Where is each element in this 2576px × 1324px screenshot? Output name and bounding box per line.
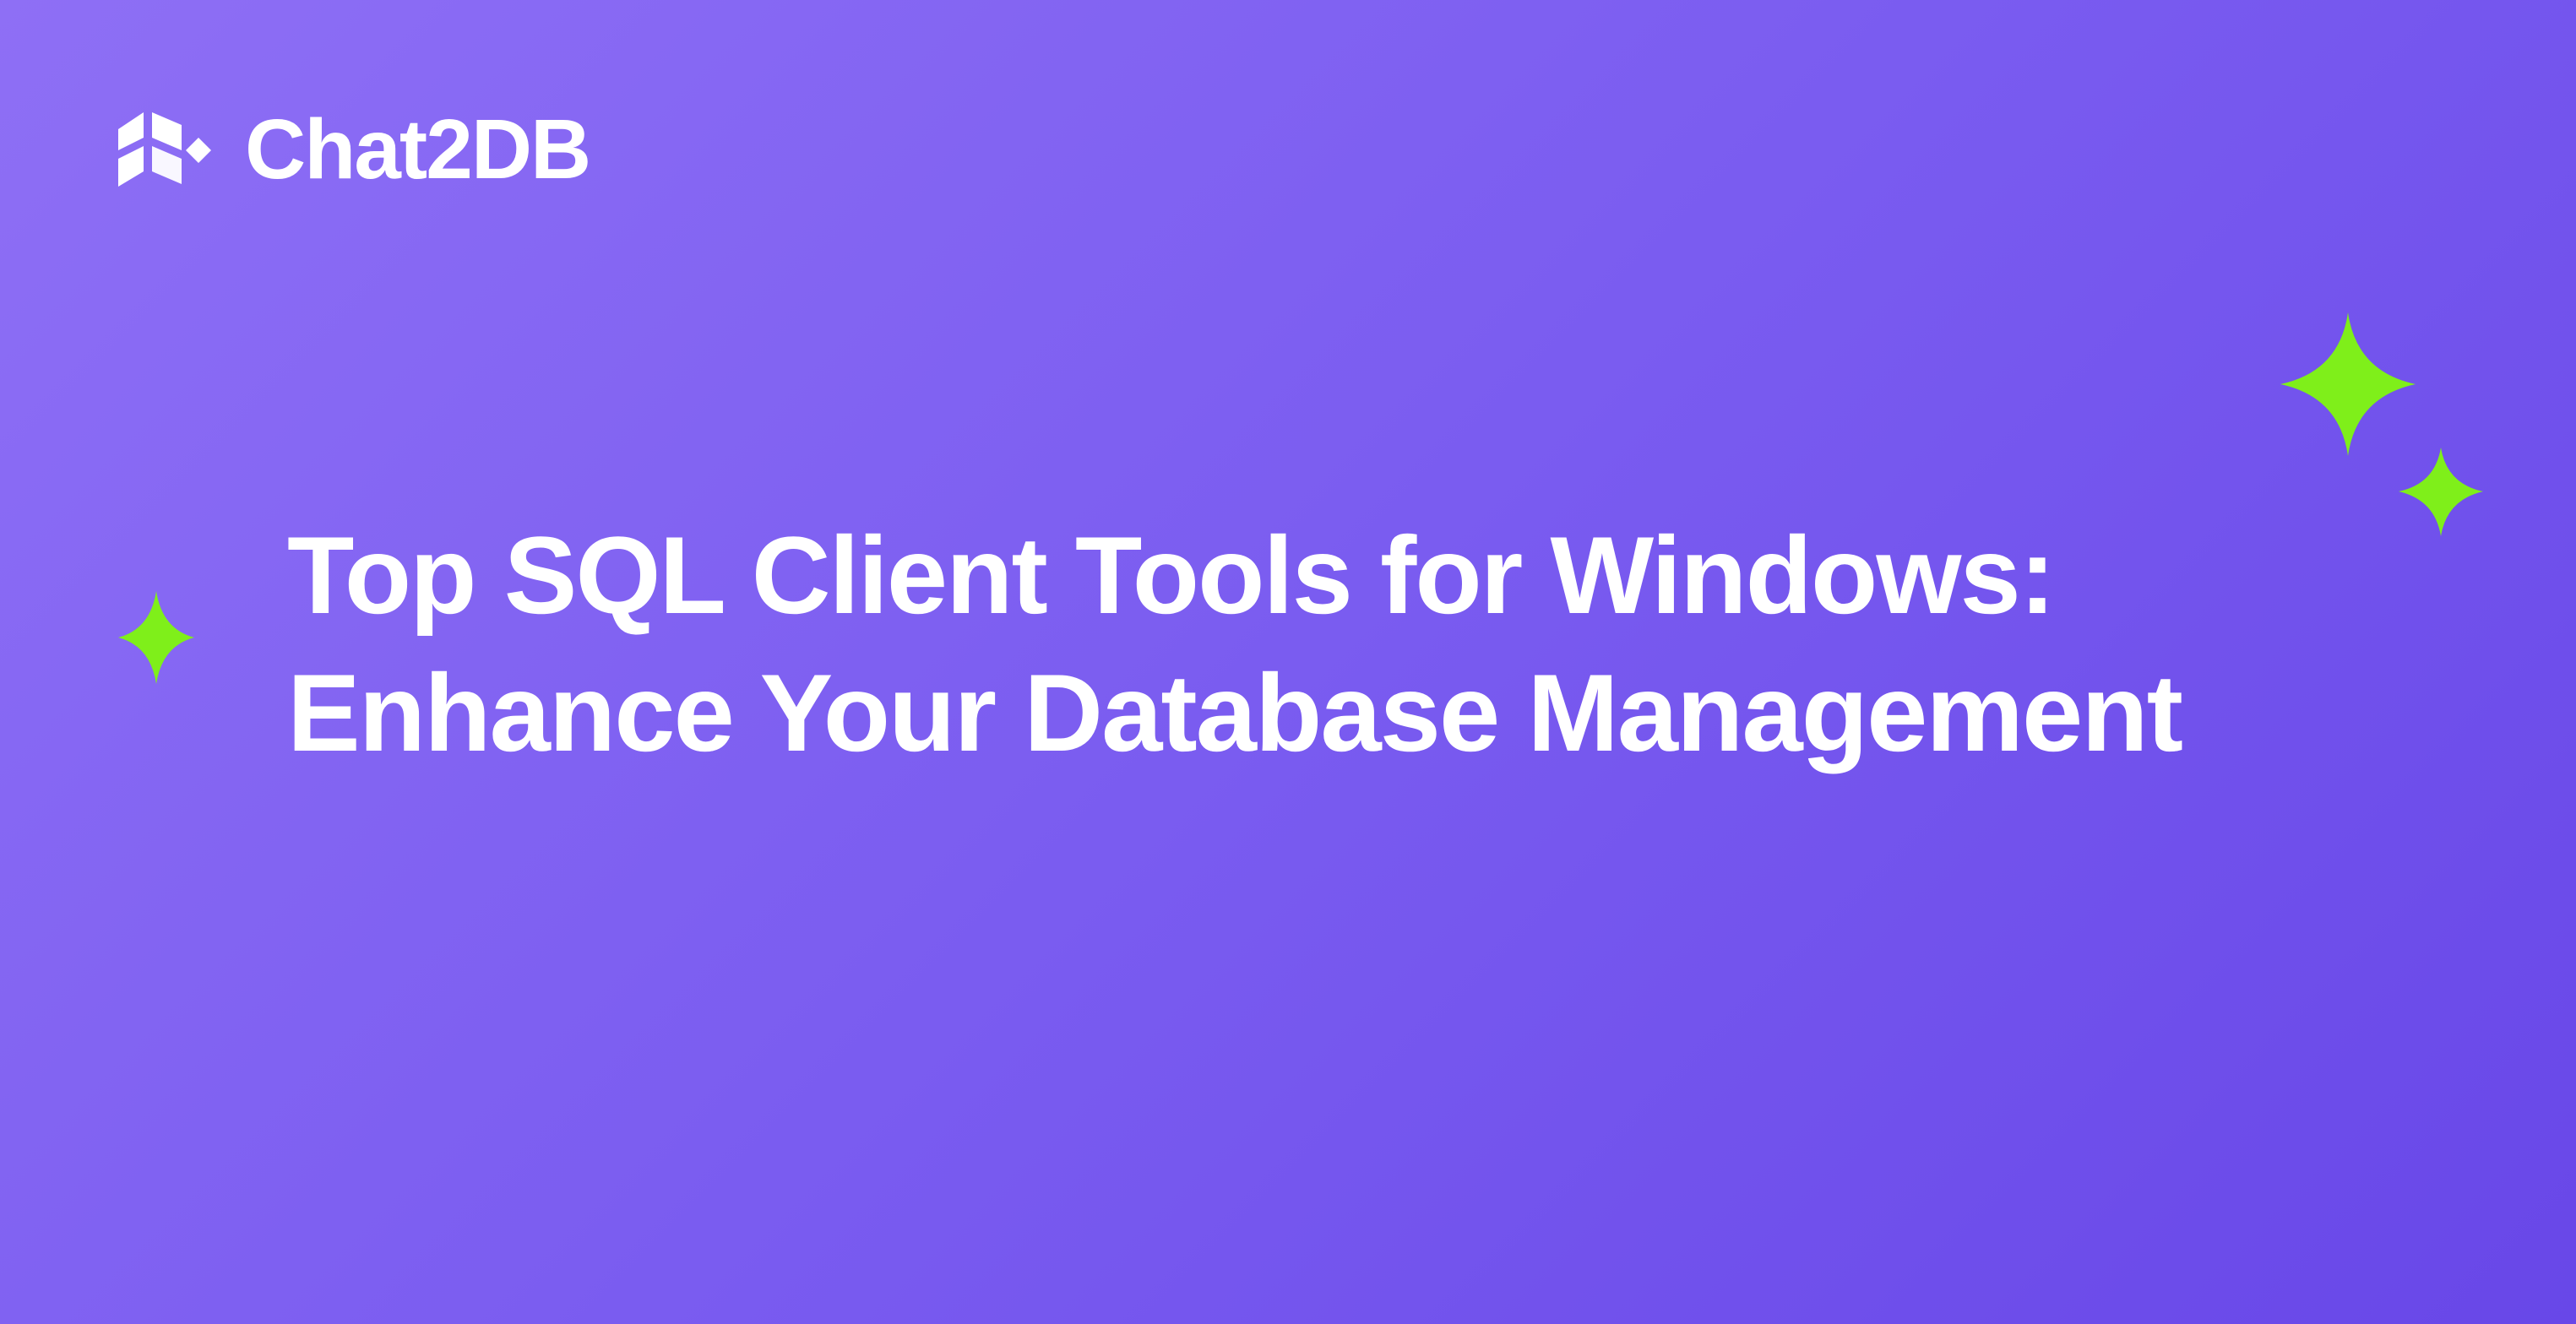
- sparkle-icon: [2280, 312, 2416, 456]
- brand-logo: Chat2DB: [110, 101, 590, 198]
- brand-name: Chat2DB: [245, 101, 590, 198]
- logo-mark-icon: [110, 104, 220, 197]
- page-title: Top SQL Client Tools for Windows: Enhanc…: [287, 507, 2382, 781]
- sparkle-icon: [118, 591, 194, 684]
- sparkle-icon: [2399, 448, 2483, 536]
